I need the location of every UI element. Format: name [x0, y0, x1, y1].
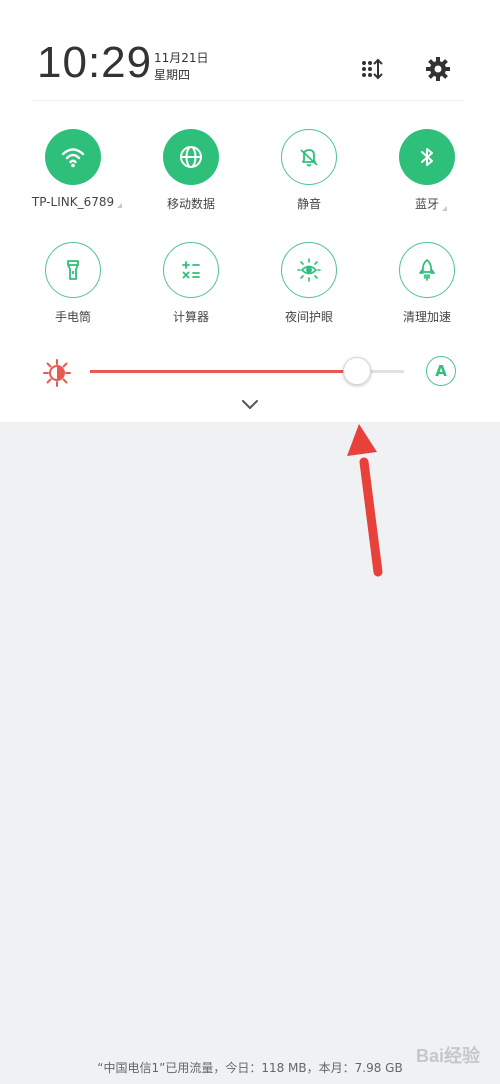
- quick-settings-panel: 10:29 11月21日 星期四 TP-LINK_6789 移动数据 静音 蓝牙…: [0, 0, 500, 422]
- tile-label-bluetooth: 蓝牙: [415, 195, 447, 212]
- tile-eye-care[interactable]: 夜间护眼: [254, 242, 364, 325]
- mobile-data-toggle[interactable]: [163, 129, 219, 185]
- bell-mute-icon: [300, 149, 318, 167]
- tile-cleanup[interactable]: 清理加速: [372, 242, 482, 325]
- bluetooth-toggle[interactable]: [399, 129, 455, 185]
- date-block: 11月21日 星期四: [154, 50, 209, 84]
- header-divider: [32, 100, 464, 101]
- tile-label-eye-care: 夜间护眼: [284, 310, 333, 324]
- bluetooth-icon: [421, 148, 433, 166]
- gear-icon[interactable]: [424, 55, 452, 83]
- wifi-toggle[interactable]: [45, 129, 101, 185]
- clock-time: 10:29: [37, 38, 153, 87]
- tile-label-mobile-data: 移动数据: [166, 197, 215, 211]
- tile-bluetooth[interactable]: 蓝牙: [372, 129, 482, 212]
- tile-label-calculator: 计算器: [172, 310, 209, 324]
- watermark: Bai经验: [415, 1046, 480, 1066]
- silent-toggle[interactable]: [281, 129, 337, 185]
- calculator-icon: [182, 261, 200, 279]
- tile-flashlight[interactable]: 手电筒: [18, 242, 128, 325]
- tile-menu-indicator: [117, 203, 123, 208]
- brightness-icon: [42, 358, 72, 388]
- rocket-icon: [419, 259, 435, 281]
- weekday-text: 星期四: [154, 68, 191, 82]
- brightness-slider-fill: [90, 370, 357, 373]
- date-text: 11月21日: [154, 51, 209, 65]
- tile-wifi[interactable]: TP-LINK_6789: [18, 129, 128, 210]
- tile-label-flashlight: 手电筒: [54, 310, 91, 324]
- eye-care-icon: [297, 258, 321, 282]
- tile-label-cleanup: 清理加速: [402, 310, 451, 324]
- flashlight-icon: [67, 260, 79, 280]
- cleanup-button[interactable]: [399, 242, 455, 298]
- tile-label-wifi: TP-LINK_6789: [32, 195, 123, 209]
- tile-menu-indicator: [442, 206, 447, 211]
- globe-icon: [180, 146, 202, 168]
- tile-mobile-data[interactable]: 移动数据: [136, 129, 246, 212]
- eye-care-toggle[interactable]: [281, 242, 337, 298]
- calculator-button[interactable]: [163, 242, 219, 298]
- tile-label-silent: 静音: [296, 197, 321, 211]
- auto-brightness-button[interactable]: A: [426, 356, 456, 386]
- flashlight-toggle[interactable]: [45, 242, 101, 298]
- tile-silent[interactable]: 静音: [254, 129, 364, 212]
- brightness-slider-thumb[interactable]: [342, 357, 371, 385]
- edit-tiles-icon[interactable]: [358, 55, 386, 83]
- chevron-down-icon[interactable]: [240, 397, 260, 411]
- tile-calculator[interactable]: 计算器: [136, 242, 246, 325]
- wifi-icon: [61, 148, 85, 168]
- brightness-slider[interactable]: [90, 357, 404, 385]
